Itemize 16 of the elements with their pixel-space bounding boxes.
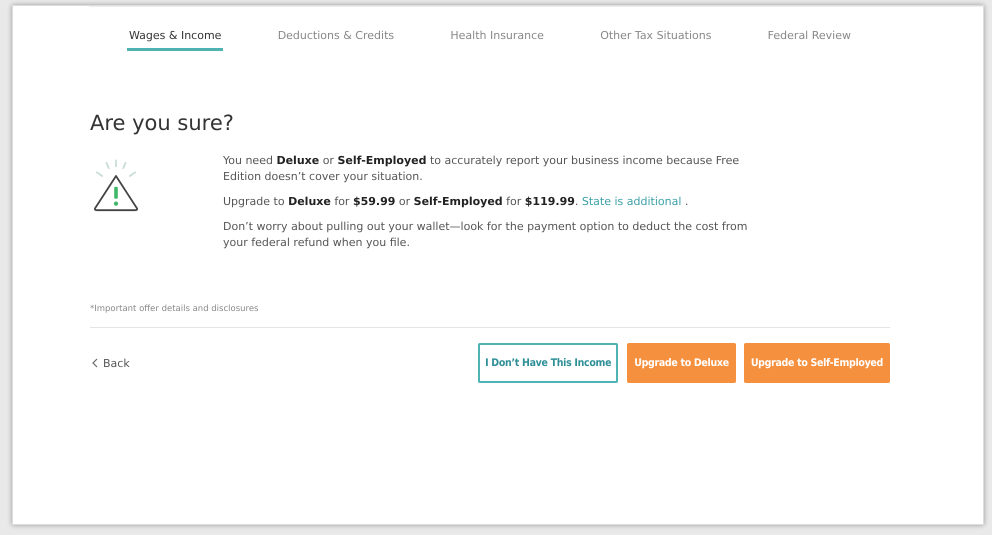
action-button[interactable]: I Don’t Have This Income (478, 343, 618, 383)
body-paragraph: Don’t worry about pulling out your wallet—look for the payment option to deduct the cost from your federal refund when you file. (223, 219, 748, 251)
body-paragraph: Upgrade to Deluxe for $59.99 or Self-Employed for $119.99. State is additional . (223, 194, 690, 210)
nav-tab[interactable]: Health Insurance (448, 27, 546, 51)
nav-tab[interactable]: Deductions & Credits (276, 27, 396, 51)
chevron-left-icon (92, 358, 98, 368)
back-link[interactable]: Back (92, 356, 130, 370)
nav-tab[interactable]: Federal Review (766, 27, 853, 51)
page-heading: Are you sure? (90, 111, 235, 135)
action-button[interactable]: Upgrade to Self-Employed (744, 343, 890, 383)
nav-tab[interactable]: Wages & Income (127, 27, 224, 51)
action-button[interactable]: Upgrade to Deluxe (627, 343, 736, 383)
state-link[interactable]: State is additional (582, 195, 682, 208)
disclosure-note: *Important offer details and disclosures (90, 304, 890, 328)
body-paragraph: You need Deluxe or Self-Employed to accurately report your business income because Free Edition doesn’t cover your situation. (223, 153, 740, 185)
nav-tab[interactable]: Other Tax Situations (598, 27, 714, 51)
